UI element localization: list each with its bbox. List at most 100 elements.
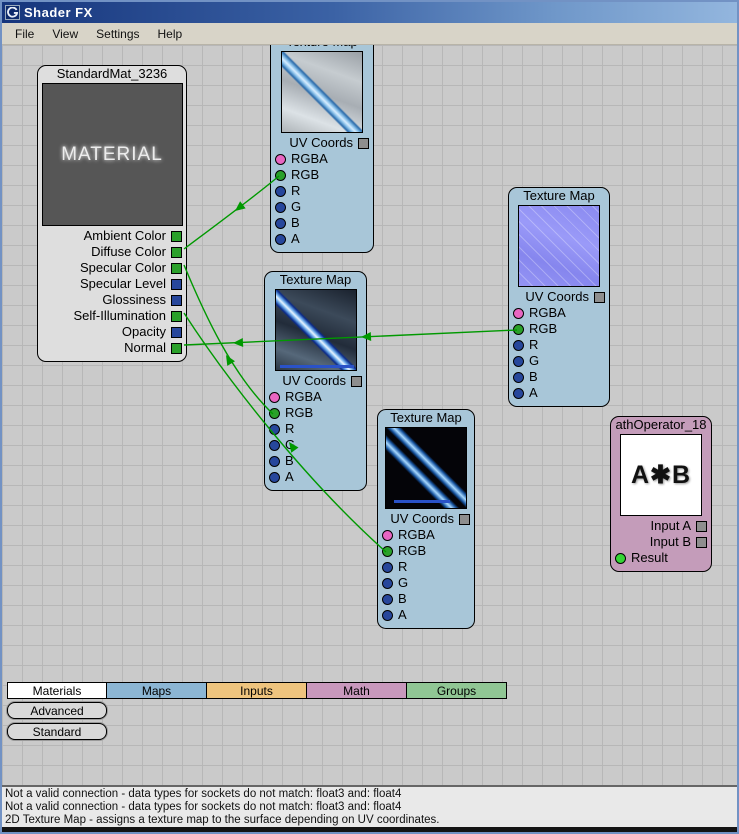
- node-canvas[interactable]: Materials Maps Inputs Math Groups StandardMa…: [2, 45, 737, 785]
- socket-standardmat-diffuse-color[interactable]: Diffuse Color: [38, 244, 186, 260]
- input-socket-icon[interactable]: [382, 545, 393, 557]
- tab-math[interactable]: Math: [307, 682, 407, 699]
- socket-standardmat-specular-color[interactable]: Specular Color: [38, 260, 186, 276]
- input-socket-icon[interactable]: [382, 609, 393, 621]
- input-socket-icon[interactable]: [382, 577, 393, 589]
- socket-texmap-bottom-rgba[interactable]: RGBA: [378, 527, 474, 543]
- node-preview: A✱B: [620, 434, 702, 516]
- socket-texmap-right-g[interactable]: G: [509, 353, 609, 369]
- node-standardmat[interactable]: StandardMat_3236 MATERIAL Ambient Color Dif…: [37, 65, 187, 362]
- socket-texmap-center-rgba[interactable]: RGBA: [265, 389, 366, 405]
- socket-texmap-top-rgb[interactable]: RGB: [271, 167, 373, 183]
- input-socket-icon[interactable]: [382, 593, 393, 605]
- node-texmap-bottom[interactable]: Texture Map UV Coords RGBA RGB R G B A: [377, 409, 475, 629]
- tab-maps[interactable]: Maps: [107, 682, 207, 699]
- input-socket-icon[interactable]: [269, 423, 280, 435]
- socket-texmap-right-rgb[interactable]: RGB: [509, 321, 609, 337]
- socket-mathoperator-input-b[interactable]: Input B: [611, 534, 711, 550]
- input-socket-icon[interactable]: [696, 520, 707, 532]
- socket-texmap-right-b[interactable]: B: [509, 369, 609, 385]
- node-mathoperator[interactable]: athOperator_18 A✱B Input A Input B Result: [610, 416, 712, 572]
- socket-texmap-bottom-uv-coords[interactable]: UV Coords: [378, 511, 474, 527]
- socket-texmap-right-a[interactable]: A: [509, 385, 609, 401]
- socket-texmap-center-b[interactable]: B: [265, 453, 366, 469]
- socket-mathoperator-input-a[interactable]: Input A: [611, 518, 711, 534]
- tab-materials[interactable]: Materials: [7, 682, 107, 699]
- input-socket-icon[interactable]: [275, 233, 286, 245]
- input-socket-icon[interactable]: [382, 561, 393, 573]
- menu-help[interactable]: Help: [149, 25, 192, 43]
- input-socket-icon[interactable]: [269, 455, 280, 467]
- socket-texmap-top-uv-coords[interactable]: UV Coords: [271, 135, 373, 151]
- input-socket-icon[interactable]: [171, 310, 182, 322]
- socket-texmap-center-rgb[interactable]: RGB: [265, 405, 366, 421]
- input-socket-icon[interactable]: [171, 246, 182, 258]
- node-texmap-top[interactable]: Texture MapUV CoordsRGBARGBRGBA: [270, 45, 374, 253]
- input-socket-icon[interactable]: [171, 262, 182, 274]
- socket-texmap-center-uv-coords[interactable]: UV Coords: [265, 373, 366, 389]
- button-advanced[interactable]: Advanced: [7, 702, 107, 719]
- socket-texmap-right-uv-coords[interactable]: UV Coords: [509, 289, 609, 305]
- input-socket-icon[interactable]: [171, 278, 182, 290]
- input-socket-icon[interactable]: [513, 307, 524, 319]
- menu-settings[interactable]: Settings: [87, 25, 148, 43]
- input-socket-icon[interactable]: [351, 375, 362, 387]
- button-standard[interactable]: Standard: [7, 723, 107, 740]
- input-socket-icon[interactable]: [513, 323, 524, 335]
- input-socket-icon[interactable]: [594, 291, 605, 303]
- socket-texmap-bottom-b[interactable]: B: [378, 591, 474, 607]
- input-socket-icon[interactable]: [513, 339, 524, 351]
- socket-standardmat-normal[interactable]: Normal: [38, 340, 186, 356]
- input-socket-icon[interactable]: [171, 294, 182, 306]
- socket-texmap-top-g[interactable]: G: [271, 199, 373, 215]
- socket-texmap-bottom-r[interactable]: R: [378, 559, 474, 575]
- node-texmap-center[interactable]: Texture Map UV Coords RGBA RGB R G B A: [264, 271, 367, 491]
- input-socket-icon[interactable]: [269, 471, 280, 483]
- input-socket-icon[interactable]: [275, 169, 286, 181]
- input-socket-icon[interactable]: [275, 153, 286, 165]
- input-socket-icon[interactable]: [171, 326, 182, 338]
- input-socket-icon[interactable]: [615, 552, 626, 564]
- socket-texmap-top-r[interactable]: R: [271, 183, 373, 199]
- input-socket-icon[interactable]: [358, 137, 369, 149]
- input-socket-icon[interactable]: [513, 387, 524, 399]
- title-bar[interactable]: Shader FX: [2, 2, 737, 23]
- socket-texmap-top-rgba[interactable]: RGBA: [271, 151, 373, 167]
- socket-label: A: [291, 231, 300, 246]
- input-socket-icon[interactable]: [382, 529, 393, 541]
- menu-file[interactable]: File: [6, 25, 43, 43]
- input-socket-icon[interactable]: [269, 391, 280, 403]
- socket-standardmat-self-illumination[interactable]: Self-Illumination: [38, 308, 186, 324]
- input-socket-icon[interactable]: [171, 230, 182, 242]
- input-socket-icon[interactable]: [696, 536, 707, 548]
- input-socket-icon[interactable]: [269, 439, 280, 451]
- socket-mathoperator-result[interactable]: Result: [611, 550, 711, 566]
- node-texmap-right[interactable]: Texture Map UV Coords RGBA RGB R G B A: [508, 187, 610, 407]
- input-socket-icon[interactable]: [459, 513, 470, 525]
- socket-texmap-top-b[interactable]: B: [271, 215, 373, 231]
- input-socket-icon[interactable]: [513, 371, 524, 383]
- socket-texmap-center-a[interactable]: A: [265, 469, 366, 485]
- socket-texmap-center-g[interactable]: G: [265, 437, 366, 453]
- socket-texmap-right-r[interactable]: R: [509, 337, 609, 353]
- tab-inputs[interactable]: Inputs: [207, 682, 307, 699]
- socket-texmap-right-rgba[interactable]: RGBA: [509, 305, 609, 321]
- input-socket-icon[interactable]: [171, 342, 182, 354]
- socket-standardmat-ambient-color[interactable]: Ambient Color: [38, 228, 186, 244]
- input-socket-icon[interactable]: [275, 217, 286, 229]
- socket-texmap-bottom-rgb[interactable]: RGB: [378, 543, 474, 559]
- socket-texmap-bottom-a[interactable]: A: [378, 607, 474, 623]
- socket-texmap-bottom-g[interactable]: G: [378, 575, 474, 591]
- menu-view[interactable]: View: [43, 25, 87, 43]
- socket-label: A: [398, 607, 407, 622]
- socket-texmap-top-a[interactable]: A: [271, 231, 373, 247]
- input-socket-icon[interactable]: [269, 407, 280, 419]
- socket-standardmat-glossiness[interactable]: Glossiness: [38, 292, 186, 308]
- tab-groups[interactable]: Groups: [407, 682, 507, 699]
- input-socket-icon[interactable]: [513, 355, 524, 367]
- input-socket-icon[interactable]: [275, 185, 286, 197]
- socket-standardmat-specular-level[interactable]: Specular Level: [38, 276, 186, 292]
- socket-texmap-center-r[interactable]: R: [265, 421, 366, 437]
- socket-standardmat-opacity[interactable]: Opacity: [38, 324, 186, 340]
- input-socket-icon[interactable]: [275, 201, 286, 213]
